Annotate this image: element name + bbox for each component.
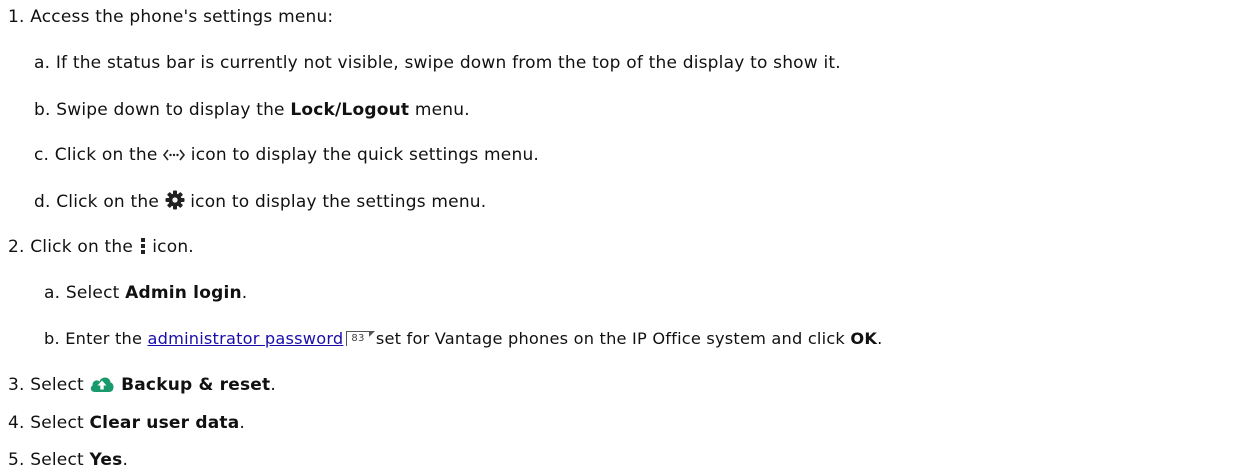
substep-letter: d. [34,192,51,212]
substep-text: Click on the [54,145,164,165]
step-1c: c. Click on the icon to display the quic… [34,144,539,166]
substep-text: Select [65,283,126,303]
step-number: 2. [8,237,25,257]
substep-text: . [241,283,248,303]
substep-text: If the status bar is currently not visib… [55,53,841,73]
substep-letter: a. [34,53,51,73]
step-text: Access the phone's settings menu: [30,7,334,27]
admin-login-label: Admin login [125,283,242,303]
step-text: Select [30,450,90,470]
ok-label: OK [850,329,878,348]
substep-letter: a. [44,283,61,303]
gear-icon [165,190,185,210]
step-text: icon. [146,237,194,257]
substep-text: icon to display the quick settings menu. [185,145,540,165]
administrator-password-link[interactable]: administrator password [148,329,344,348]
yes-label: Yes [89,450,123,470]
step-text: Click on the [30,237,139,257]
quick-settings-arrows-icon [163,147,186,163]
step-number: 3. [8,375,25,395]
step-1a: a. If the status bar is currently not vi… [34,52,841,74]
step-number: 4. [8,413,25,433]
step-text: . [122,450,129,470]
step-2: 2. Click on the icon. [8,236,194,258]
lock-logout-label: Lock/Logout [290,100,410,120]
cloud-upload-icon [89,375,115,393]
step-5: 5. Select Yes. [8,449,128,471]
substep-text: icon to display the settings menu. [184,192,487,212]
step-number: 1. [8,7,25,27]
substep-letter: b. [34,100,51,120]
substep-letter: c. [34,145,50,165]
more-vertical-icon [139,237,147,255]
substep-text: set for Vantage phones on the IP Office … [370,329,851,348]
step-text: Select [30,375,90,395]
step-text: . [239,413,245,433]
step-1b: b. Swipe down to display the Lock/Logout… [34,99,470,121]
clear-user-data-label: Clear user data [89,413,240,433]
substep-text: Click on the [56,192,165,212]
substep-text: . [877,329,883,348]
substep-text: Enter the [65,329,148,348]
step-text: Select [30,413,90,433]
step-1: 1. Access the phone's settings menu: [8,6,333,28]
step-text: . [270,375,276,395]
substep-text: Swipe down to display the [56,100,291,120]
step-3: 3. Select Backup & reset. [8,374,276,396]
page-reference[interactable]: 83 [346,331,375,346]
backup-reset-label: Backup & reset [121,375,271,395]
substep-text: menu. [409,100,470,120]
page-reference-number: 83 [351,333,365,344]
substep-letter: b. [44,329,60,348]
step-number: 5. [8,450,25,470]
step-2a: a. Select Admin login. [44,282,247,304]
step-2b: b. Enter the administrator password 83 se… [44,328,882,350]
step-1d: d. Click on the icon to display the sett… [34,190,486,212]
step-4: 4. Select Clear user data. [8,412,245,434]
